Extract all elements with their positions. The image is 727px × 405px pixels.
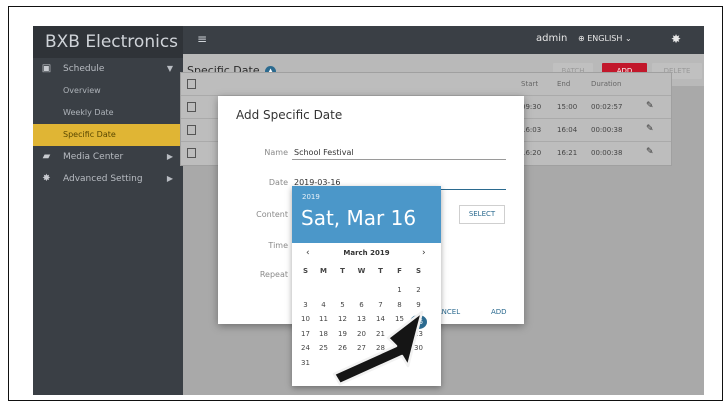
chevron-right-icon: ▶ (166, 152, 173, 161)
calendar-day[interactable]: 3 (297, 301, 314, 309)
calendar-day[interactable]: 31 (297, 359, 314, 367)
name-underline (292, 159, 506, 160)
weekday-header: S (302, 267, 309, 275)
dialog-title: Add Specific Date (236, 108, 343, 122)
name-label: Name (264, 148, 288, 157)
cell-start: 16:03 (521, 126, 542, 134)
picker-month-label: March 2019 (343, 249, 390, 257)
cell-end: 16:04 (557, 126, 578, 134)
cell-end: 16:21 (557, 149, 578, 157)
time-label: Time (268, 241, 288, 250)
weekday-header: T (340, 267, 345, 275)
language-label: ENGLISH (587, 34, 623, 43)
sidebar-item-overview[interactable]: Overview (33, 80, 183, 102)
picker-year[interactable]: 2019 (302, 193, 320, 201)
cell-start: 16:20 (521, 149, 542, 157)
content-label: Content (256, 210, 288, 219)
sidebar-item-label: Media Center (63, 152, 124, 162)
edit-pencil-icon[interactable]: ✎ (646, 147, 654, 157)
sidebar-item-label: Advanced Setting (63, 174, 143, 184)
cell-duration: 00:00:38 (591, 149, 623, 157)
calendar-day[interactable]: 8 (391, 301, 408, 309)
calendar-day[interactable]: 6 (353, 301, 370, 309)
globe-icon: ⊕ (578, 34, 585, 43)
sidebar-item-schedule[interactable]: ▣ Schedule ▼ (33, 58, 183, 80)
calendar-day[interactable]: 7 (372, 301, 389, 309)
picker-selected-date: Sat, Mar 16 (301, 206, 417, 230)
select-content-button[interactable]: SELECT (459, 205, 505, 224)
weekday-header: T (378, 267, 383, 275)
cursor-arrow-icon (332, 310, 424, 386)
column-start: Start (521, 80, 539, 88)
sidebar: BXB Electronics ▣ Schedule ▼ Overview We… (33, 26, 183, 395)
top-bar: ≡ admin ⊕ ENGLISH ⌄ ✸ (183, 26, 704, 54)
weekday-header: F (397, 267, 402, 275)
sidebar-item-advanced-setting[interactable]: ✸ Advanced Setting ▶ (33, 168, 183, 190)
name-field[interactable]: School Festival (294, 148, 354, 157)
column-end: End (557, 80, 571, 88)
gear-icon: ✸ (42, 173, 51, 184)
user-name[interactable]: admin (536, 33, 567, 44)
select-all-checkbox[interactable] (187, 79, 196, 89)
weekday-header: M (320, 267, 327, 275)
brand-logo: BXB Electronics (33, 26, 183, 58)
edit-pencil-icon[interactable]: ✎ (646, 101, 654, 111)
calendar-icon: ▣ (41, 63, 52, 74)
weekday-header: W (357, 267, 366, 275)
column-duration: Duration (591, 80, 622, 88)
calendar-day[interactable]: 9 (410, 301, 427, 309)
repeat-label: Repeat (259, 270, 288, 279)
date-label: Date (268, 178, 288, 187)
folder-icon: ▰ (42, 151, 51, 162)
row-checkbox[interactable] (187, 125, 196, 135)
calendar-day[interactable]: 4 (315, 301, 332, 309)
cell-duration: 00:00:38 (591, 126, 623, 134)
edit-pencil-icon[interactable]: ✎ (646, 124, 654, 134)
date-picker-header: 2019 Sat, Mar 16 (292, 186, 441, 243)
menu-icon[interactable]: ≡ (197, 32, 207, 46)
row-checkbox[interactable] (187, 148, 196, 158)
settings-gear-icon[interactable]: ✸ (671, 32, 681, 46)
calendar-day[interactable]: 17 (297, 330, 314, 338)
next-month-icon[interactable]: › (422, 248, 426, 258)
cell-duration: 00:02:57 (591, 103, 623, 111)
language-selector[interactable]: ⊕ ENGLISH ⌄ (578, 34, 632, 43)
calendar-day[interactable]: 1 (391, 286, 408, 294)
sidebar-item-weekly-date[interactable]: Weekly Date (33, 102, 183, 124)
calendar-day[interactable]: 5 (334, 301, 351, 309)
table-header: Start End Duration (181, 73, 671, 95)
sidebar-item-media-center[interactable]: ▰ Media Center ▶ (33, 146, 183, 168)
cell-end: 15:00 (557, 103, 578, 111)
chevron-down-icon: ▼ (166, 64, 173, 73)
chevron-down-icon: ⌄ (624, 34, 632, 43)
calendar-day[interactable]: 24 (297, 344, 314, 352)
calendar-day[interactable]: 10 (297, 315, 314, 323)
calendar-day[interactable]: 2 (410, 286, 427, 294)
cell-start: 09:30 (521, 103, 542, 111)
dialog-add-button[interactable]: ADD (491, 308, 507, 316)
weekday-header: S (415, 267, 422, 275)
sidebar-item-specific-date[interactable]: Specific Date (33, 124, 183, 146)
chevron-right-icon: ▶ (166, 174, 173, 183)
row-checkbox[interactable] (187, 102, 196, 112)
sidebar-item-label: Schedule (63, 64, 105, 74)
